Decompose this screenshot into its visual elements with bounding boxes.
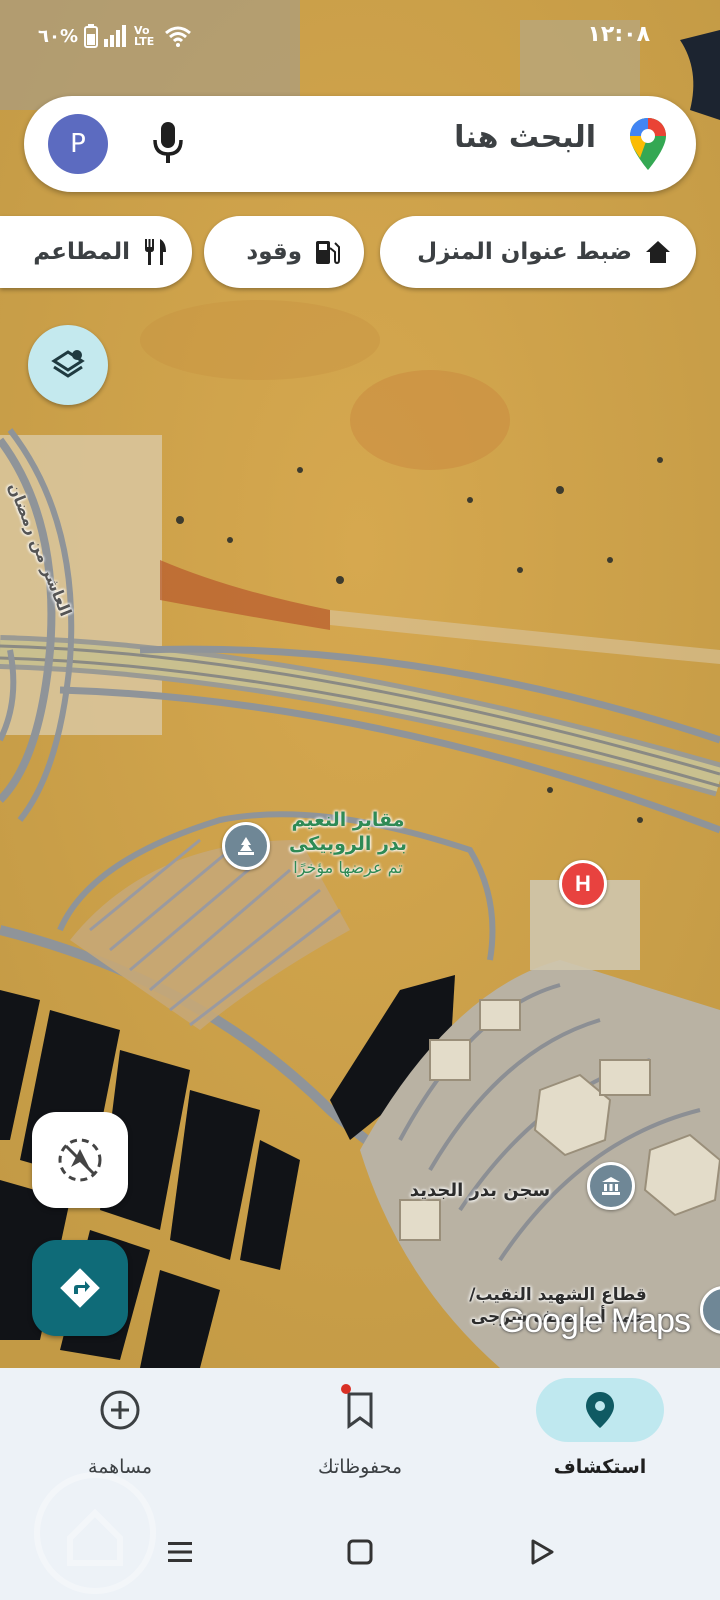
account-avatar[interactable]: P: [48, 114, 108, 174]
home-button[interactable]: [340, 1532, 380, 1572]
tab-explore[interactable]: استكشاف: [480, 1368, 720, 1504]
cemetery-name: مقابر النعيم: [291, 809, 405, 831]
layers-icon: [51, 350, 85, 378]
battery-percent: ٦٠%: [38, 25, 79, 47]
cemetery-pin-icon[interactable]: [222, 822, 270, 870]
status-bar: ٦٠% Vo LTE ١٢:٠٨: [0, 0, 720, 80]
back-triangle-icon: [531, 1539, 554, 1565]
battery-icon: [84, 24, 99, 48]
chip-fuel[interactable]: وقود: [204, 216, 364, 288]
menu-lines-icon: [168, 1542, 192, 1562]
cemetery-subname: بدر الروبيكى: [288, 833, 408, 855]
system-navigation-bar: [0, 1472, 720, 1600]
layers-button[interactable]: [28, 325, 108, 405]
location-off-icon: [58, 1138, 102, 1182]
wifi-icon: [165, 26, 191, 47]
tab-saved-pill: [296, 1378, 424, 1442]
microphone-icon[interactable]: [152, 120, 184, 166]
hospital-pin-icon[interactable]: H: [559, 860, 607, 908]
tab-explore-pill: [536, 1378, 664, 1442]
chip-restaurants[interactable]: المطاعم: [0, 216, 192, 288]
tab-contribute-pill: [56, 1378, 184, 1442]
restaurant-icon: [145, 239, 166, 265]
status-time: ١٢:٠٨: [587, 22, 650, 47]
tab-saved[interactable]: محفوظاتك: [240, 1368, 480, 1504]
search-bar[interactable]: البحث هنا P: [24, 96, 696, 192]
gas-station-icon: [316, 241, 340, 265]
home-square-icon: [347, 1539, 373, 1565]
chip-restaurants-label: المطاعم: [33, 239, 130, 265]
google-maps-logo-icon: [630, 118, 666, 170]
bookmark-icon: [347, 1392, 373, 1429]
network-type: Vo LTE: [134, 24, 155, 48]
directions-button[interactable]: [32, 1240, 128, 1336]
prison-label[interactable]: سجن بدر الجديد: [380, 1180, 580, 1201]
chip-home-address[interactable]: ضبط عنوان المنزل: [380, 216, 696, 288]
tab-explore-label: استكشاف: [553, 1456, 647, 1478]
add-circle-icon: [100, 1390, 140, 1430]
back-button[interactable]: [522, 1532, 562, 1572]
status-icons: ٦٠% Vo LTE: [38, 24, 192, 48]
chip-home-label: ضبط عنوان المنزل: [417, 239, 632, 265]
google-maps-watermark: Google Maps: [498, 1302, 691, 1340]
tab-saved-label: محفوظاتك: [317, 1456, 403, 1478]
location-button[interactable]: [32, 1112, 128, 1208]
government-building-pin-icon[interactable]: [587, 1162, 635, 1210]
chip-fuel-label: وقود: [246, 239, 302, 265]
recently-viewed-note: تم عرضها مؤخرًا: [293, 858, 403, 877]
directions-icon: [60, 1268, 100, 1308]
recents-button[interactable]: [160, 1532, 200, 1572]
home-icon: [646, 241, 670, 263]
explore-pin-icon: [586, 1392, 614, 1428]
cemetery-label[interactable]: مقابر النعيم بدر الروبيكى تم عرضها مؤخرً…: [268, 808, 428, 880]
assistive-touch-icon[interactable]: [30, 1468, 160, 1598]
search-input[interactable]: البحث هنا: [454, 120, 596, 155]
signal-icon: [104, 25, 127, 47]
saved-notification-dot: [341, 1384, 351, 1394]
